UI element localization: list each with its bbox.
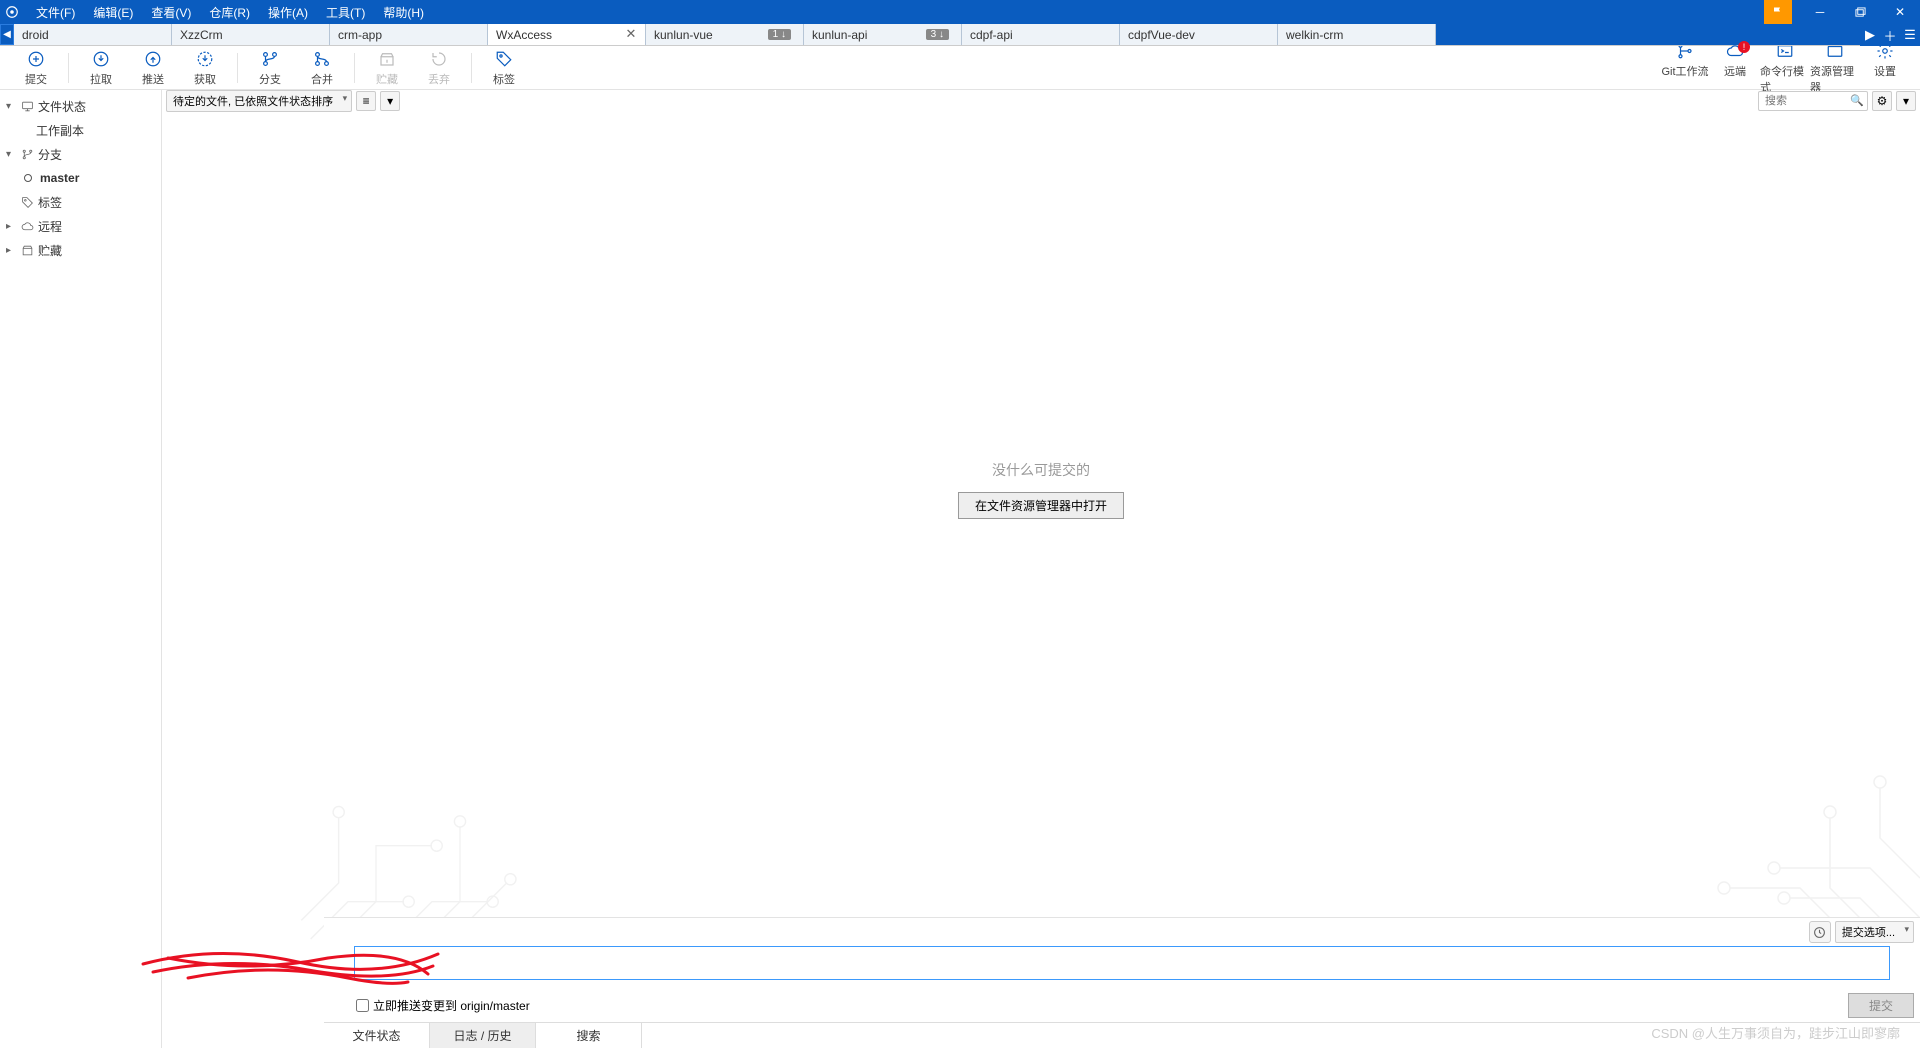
window-maximize-button[interactable] <box>1840 0 1880 24</box>
bottom-tab-log[interactable]: 日志 / 历史 <box>430 1023 536 1048</box>
tree-stash[interactable]: ▸ 贮藏 <box>0 238 161 262</box>
tab-label: kunlun-vue <box>654 28 768 42</box>
branch-current-icon <box>24 174 32 182</box>
nothing-to-commit-label: 没什么可提交的 <box>958 460 1124 480</box>
tab-label: cdpfVue-dev <box>1128 28 1269 42</box>
window-close-button[interactable]: ✕ <box>1880 0 1920 24</box>
tab-label: cdpf-api <box>970 28 1111 42</box>
toolbar-push-button[interactable]: 推送 <box>127 49 179 87</box>
repo-tab-cdpf-api[interactable]: cdpf-api <box>962 24 1120 45</box>
toolbar-fetch-button[interactable]: 获取 <box>179 49 231 87</box>
tree-tag[interactable]: 标签 <box>0 190 161 214</box>
repo-tab-kunlun-api[interactable]: kunlun-api3 ↓ <box>804 24 962 45</box>
repo-tab-welkin-crm[interactable]: welkin-crm <box>1278 24 1436 45</box>
repo-tab-crm-app[interactable]: crm-app <box>330 24 488 45</box>
tab-label: kunlun-api <box>812 28 926 42</box>
pull-icon <box>92 49 110 69</box>
menu-file[interactable]: 文件(F) <box>28 1 83 24</box>
discard-icon <box>430 49 448 69</box>
tab-label: XzzCrm <box>180 28 321 42</box>
commit-message-input[interactable] <box>354 946 1890 980</box>
commit-history-button[interactable] <box>1809 921 1831 943</box>
repo-tab-WxAccess[interactable]: WxAccess✕ <box>488 24 646 45</box>
file-sort-dropdown[interactable]: 待定的文件, 已依照文件状态排序 <box>166 90 352 112</box>
repo-tab-cdpfVue-dev[interactable]: cdpfVue-dev <box>1120 24 1278 45</box>
tab-close-icon[interactable]: ✕ <box>625 29 637 41</box>
tab-menu-button[interactable]: ☰ <box>1900 24 1920 46</box>
chevron-down-icon: ▾ <box>6 101 18 112</box>
commit-options-dropdown[interactable]: 提交选项... <box>1835 921 1914 943</box>
view-options-button[interactable]: ▾ <box>380 91 400 111</box>
menu-action[interactable]: 操作(A) <box>260 1 316 24</box>
tab-scroll-right-button[interactable]: ▶ <box>1860 24 1880 46</box>
toolbar-merge-button[interactable]: 合并 <box>296 49 348 87</box>
toolbar-stash-button: 贮藏 <box>361 49 413 87</box>
tree-work-copy[interactable]: 工作副本 <box>0 118 161 142</box>
tab-label: crm-app <box>338 28 479 42</box>
toolbar-pull-button[interactable]: 拉取 <box>75 49 127 87</box>
toolbar-tag-button[interactable]: 标签 <box>478 49 530 87</box>
notification-badge: ! <box>1738 41 1750 53</box>
tag-icon <box>495 49 513 69</box>
settings-more-button[interactable]: ▾ <box>1896 91 1916 111</box>
window-minimize-button[interactable]: ─ <box>1800 0 1840 24</box>
tab-label: droid <box>22 28 163 42</box>
stash-icon <box>378 49 396 69</box>
toolbar-discard-button: 丢弃 <box>413 49 465 87</box>
open-in-explorer-button[interactable]: 在文件资源管理器中打开 <box>958 492 1124 519</box>
toolbar-remote-button[interactable]: 远端! <box>1710 41 1760 95</box>
repo-tab-droid[interactable]: droid <box>14 24 172 45</box>
bottom-tab-file-status[interactable]: 文件状态 <box>324 1023 430 1048</box>
tab-badge: 1 ↓ <box>768 29 791 40</box>
tag-icon <box>18 196 36 209</box>
app-logo-icon <box>0 0 24 24</box>
tab-label: welkin-crm <box>1286 28 1427 42</box>
menu-edit[interactable]: 编辑(E) <box>85 1 141 24</box>
menu-help[interactable]: 帮助(H) <box>375 1 432 24</box>
menu-repo[interactable]: 仓库(R) <box>201 1 258 24</box>
push-immediately-checkbox[interactable]: 立即推送变更到 origin/master <box>356 997 530 1014</box>
tab-label: WxAccess <box>496 28 625 42</box>
chevron-right-icon: ▸ <box>6 221 18 232</box>
push-icon <box>144 49 162 69</box>
merge-icon <box>313 49 331 69</box>
bottom-tab-search[interactable]: 搜索 <box>536 1023 642 1048</box>
menu-view[interactable]: 查看(V) <box>143 1 199 24</box>
tab-add-button[interactable]: ＋ <box>1880 24 1900 46</box>
notification-flag-icon[interactable] <box>1764 0 1792 24</box>
repo-tab-kunlun-vue[interactable]: kunlun-vue1 ↓ <box>646 24 804 45</box>
settings-gear-button[interactable]: ⚙ <box>1872 91 1892 111</box>
repo-tab-XzzCrm[interactable]: XzzCrm <box>172 24 330 45</box>
author-info-redacted <box>330 924 610 940</box>
toolbar-commit-button[interactable]: 提交 <box>10 49 62 87</box>
tab-badge: 3 ↓ <box>926 29 949 40</box>
branch-icon <box>261 49 279 69</box>
toolbar-settings-button[interactable]: 设置 <box>1860 41 1910 95</box>
monitor-icon <box>18 100 36 113</box>
tree-remote[interactable]: ▸ 远程 <box>0 214 161 238</box>
view-list-button[interactable]: ≡ <box>356 91 376 111</box>
commit-button[interactable]: 提交 <box>1848 993 1914 1018</box>
search-icon: 🔍 <box>1850 94 1864 107</box>
stash-icon <box>18 244 36 257</box>
cloud-icon <box>18 220 36 233</box>
tree-branch-master[interactable]: master <box>0 166 161 190</box>
toolbar-branch-button[interactable]: 分支 <box>244 49 296 87</box>
toolbar-explorer-button[interactable]: 资源管理器 <box>1810 41 1860 95</box>
commit-icon <box>27 49 45 69</box>
tree-file-status[interactable]: ▾ 文件状态 <box>0 94 161 118</box>
fetch-icon <box>196 49 214 69</box>
chevron-right-icon: ▸ <box>6 245 18 256</box>
branch-icon <box>18 148 36 161</box>
toolbar-cli-button[interactable]: 命令行模式 <box>1760 41 1810 95</box>
tree-branch[interactable]: ▾ 分支 <box>0 142 161 166</box>
tab-scroll-left-button[interactable]: ◀ <box>0 24 14 45</box>
toolbar-gitflow-button[interactable]: Git工作流 <box>1660 41 1710 95</box>
chevron-down-icon: ▾ <box>6 149 18 160</box>
menu-tools[interactable]: 工具(T) <box>318 1 373 24</box>
